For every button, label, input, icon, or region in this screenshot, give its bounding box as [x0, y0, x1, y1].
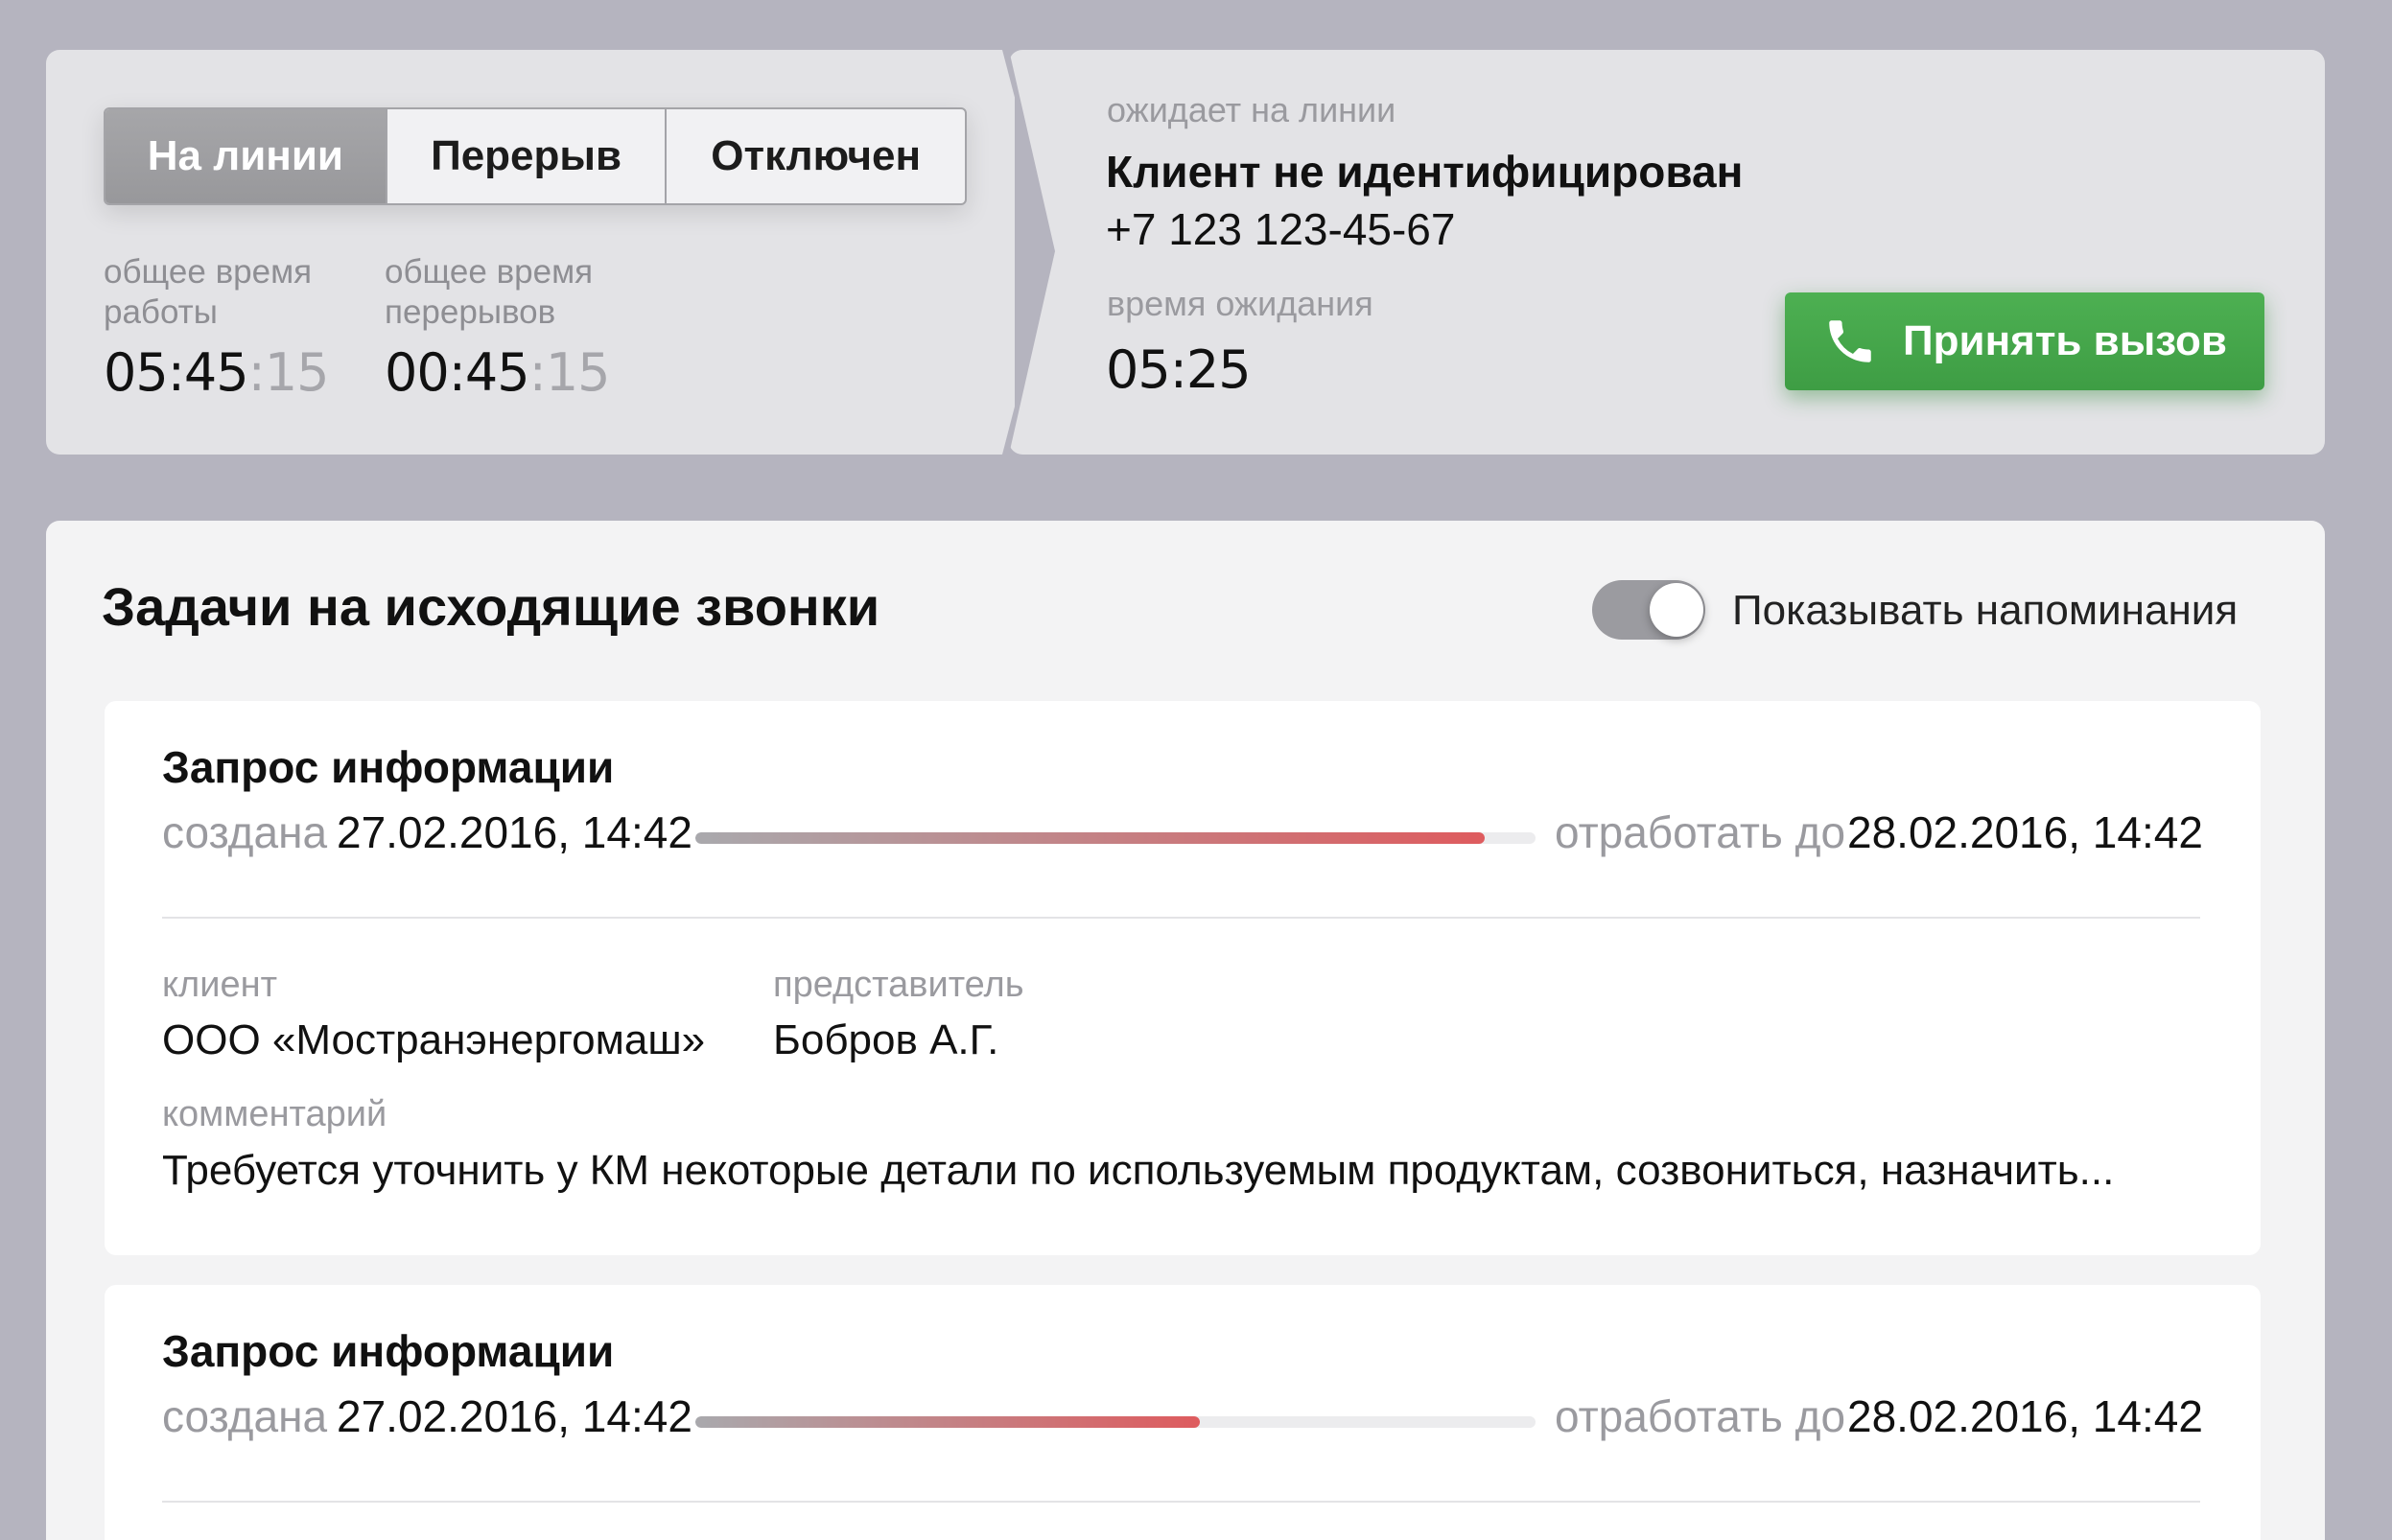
- created-date: 27.02.2016, 14:42: [337, 807, 692, 857]
- task-dates-row: создана 27.02.2016, 14:42 отработать до …: [162, 1390, 2205, 1448]
- representative-value: Бобров А.Г.: [773, 1016, 999, 1063]
- deadline-progress-bar: [695, 1416, 1536, 1428]
- reminders-toggle-label: Показывать напоминания: [1732, 587, 2239, 634]
- deadline-progress-fill: [695, 1416, 1200, 1428]
- caller-name: Клиент не идентифицирован: [1106, 147, 1744, 197]
- created-date: 27.02.2016, 14:42: [337, 1391, 692, 1441]
- work-time-value: 05:45:15: [104, 342, 330, 403]
- caller-phone: +7 123 123-45-67: [1106, 204, 1456, 254]
- break-time-value: 00:45:15: [385, 342, 611, 403]
- deadline-progress-bar: [695, 832, 1536, 844]
- client-value: ООО «Мостранэнергомаш»: [162, 1016, 706, 1063]
- task-card[interactable]: Запрос информации создана 27.02.2016, 14…: [105, 701, 2261, 1255]
- created-label: создана: [162, 1391, 328, 1441]
- toggle-knob: [1650, 583, 1703, 637]
- reminders-toggle[interactable]: [1592, 580, 1705, 640]
- mode-offline-button[interactable]: Отключен: [667, 109, 965, 203]
- client-label: клиент: [162, 965, 277, 1005]
- card-divider: [162, 917, 2200, 919]
- task-card[interactable]: Запрос информации создана 27.02.2016, 14…: [105, 1285, 2261, 1540]
- waiting-on-line-label: ожидает на линии: [1107, 90, 1396, 129]
- accept-call-label: Принять вызов: [1903, 317, 2227, 364]
- accept-call-button[interactable]: Принять вызов: [1785, 292, 2264, 390]
- representative-label: представитель: [773, 965, 1024, 1005]
- phone-icon: [1829, 320, 1871, 362]
- mode-online-button[interactable]: На линии: [106, 109, 387, 203]
- tasks-title: Задачи на исходящие звонки: [102, 576, 880, 637]
- break-time-label: общее время перерывов: [385, 253, 594, 331]
- wait-time-value: 05:25: [1106, 339, 1252, 400]
- task-dates-row: создана 27.02.2016, 14:42 отработать до …: [162, 806, 2205, 864]
- work-time-label: общее время работы: [104, 253, 313, 331]
- wait-time-label: время ожидания: [1107, 284, 1373, 323]
- task-title: Запрос информации: [162, 742, 615, 792]
- comment-value: Требуется уточнить у КМ некоторые детали…: [162, 1147, 2115, 1194]
- due-label: отработать до: [1555, 807, 1846, 857]
- due-date: 28.02.2016, 14:42: [1847, 1391, 2203, 1441]
- due-date: 28.02.2016, 14:42: [1847, 807, 2203, 857]
- task-title: Запрос информации: [162, 1326, 615, 1376]
- card-divider: [162, 1501, 2200, 1503]
- comment-label: комментарий: [162, 1094, 387, 1134]
- mode-break-button[interactable]: Перерыв: [387, 109, 668, 203]
- status-mode-switcher: На линии Перерыв Отключен: [104, 107, 967, 205]
- created-label: создана: [162, 807, 328, 857]
- due-label: отработать до: [1555, 1391, 1846, 1441]
- deadline-progress-fill: [695, 832, 1486, 844]
